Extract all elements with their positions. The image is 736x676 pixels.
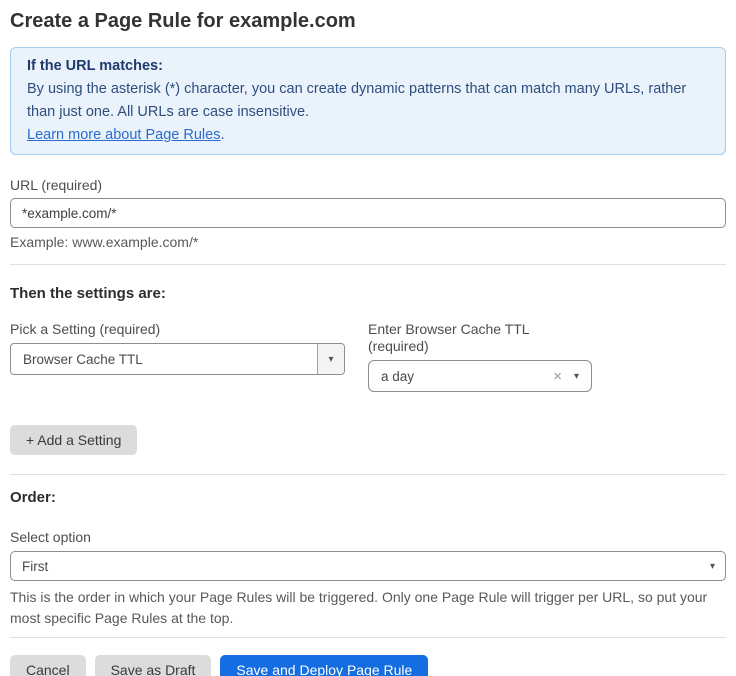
order-section-heading: Order: [10, 489, 726, 507]
footer-actions: Cancel Save as Draft Save and Deploy Pag… [10, 655, 726, 676]
ttl-picker-label: Enter Browser Cache TTL (required) [368, 321, 592, 355]
divider [10, 474, 726, 475]
url-example-helper: Example: www.example.com/* [10, 234, 726, 251]
create-page-rule-form: Create a Page Rule for example.com If th… [0, 8, 736, 676]
setting-picker-column: Pick a Setting (required) Browser Cache … [10, 321, 345, 392]
divider [10, 264, 726, 265]
setting-picker-value: Browser Cache TTL [11, 344, 317, 374]
divider [10, 637, 726, 638]
ttl-picker-value: a day [369, 361, 549, 391]
chevron-down-icon[interactable]: ▾ [566, 361, 591, 391]
chevron-down-icon[interactable]: ▾ [700, 561, 725, 572]
info-callout-body: By using the asterisk (*) character, you… [27, 78, 709, 124]
settings-section-heading: Then the settings are: [10, 285, 726, 303]
order-select-value: First [11, 559, 700, 574]
setting-picker-select[interactable]: Browser Cache TTL ▾ [10, 343, 345, 375]
url-match-info-callout: If the URL matches: By using the asteris… [10, 47, 726, 155]
link-suffix: . [220, 127, 224, 143]
add-setting-button[interactable]: + Add a Setting [10, 425, 137, 455]
ttl-picker-column: Enter Browser Cache TTL (required) a day… [368, 321, 592, 392]
cancel-button[interactable]: Cancel [10, 655, 86, 676]
order-select[interactable]: First ▾ [10, 551, 726, 581]
chevron-down-icon[interactable]: ▾ [317, 344, 344, 374]
order-select-label: Select option [10, 529, 726, 546]
info-callout-heading: If the URL matches: [27, 55, 709, 78]
page-title: Create a Page Rule for example.com [10, 8, 726, 34]
setting-picker-label: Pick a Setting (required) [10, 321, 345, 338]
ttl-picker-select[interactable]: a day × ▾ [368, 360, 592, 392]
settings-row: Pick a Setting (required) Browser Cache … [10, 321, 726, 392]
clear-icon[interactable]: × [549, 361, 566, 391]
url-input[interactable] [10, 198, 726, 228]
info-callout-link-line: Learn more about Page Rules. [27, 124, 709, 147]
learn-more-link[interactable]: Learn more about Page Rules [27, 127, 220, 143]
url-field-label: URL (required) [10, 177, 726, 194]
save-and-deploy-button[interactable]: Save and Deploy Page Rule [220, 655, 428, 676]
order-helper-text: This is the order in which your Page Rul… [10, 587, 726, 629]
save-as-draft-button[interactable]: Save as Draft [95, 655, 212, 676]
